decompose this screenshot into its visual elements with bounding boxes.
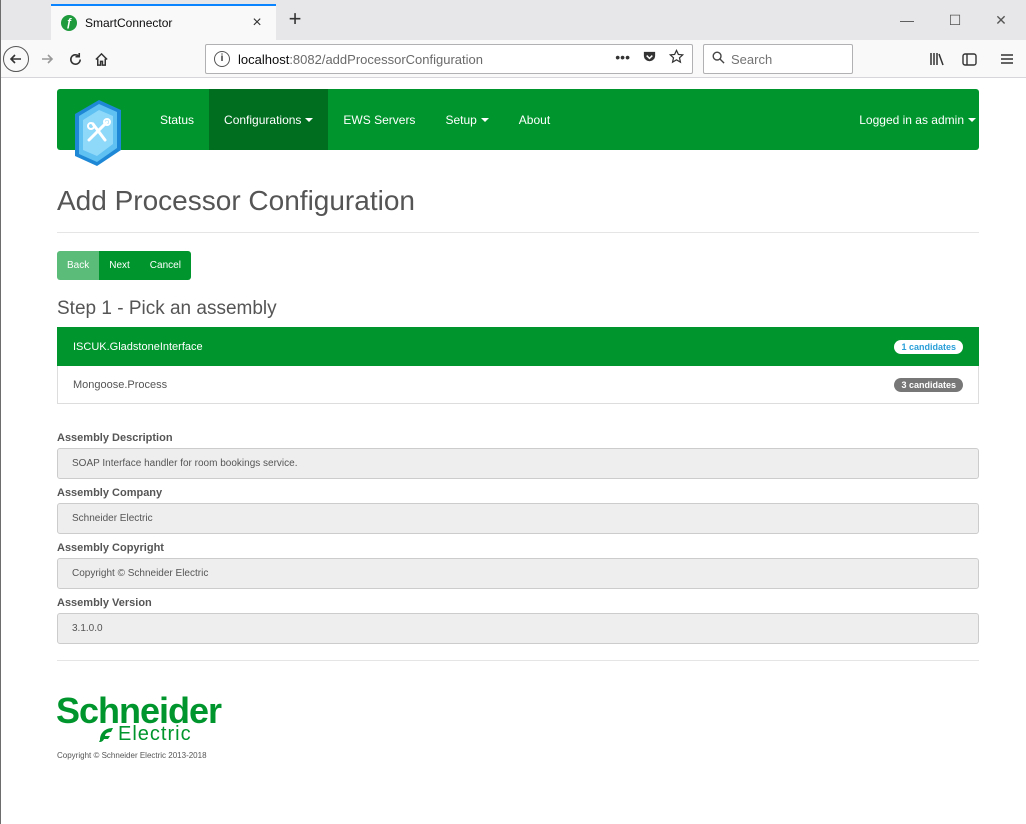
arrow-right-icon bbox=[42, 54, 54, 64]
assembly-copyright-label: Assembly Copyright bbox=[57, 542, 164, 554]
browser-back-button[interactable] bbox=[3, 46, 29, 72]
home-icon bbox=[94, 52, 108, 66]
assembly-company-label: Assembly Company bbox=[57, 487, 163, 499]
assembly-description-field[interactable]: SOAP Interface handler for room bookings… bbox=[57, 448, 979, 479]
schneider-electric-label: Electric bbox=[118, 723, 192, 745]
window-close-button[interactable]: ✕ bbox=[981, 8, 1021, 32]
schneider-electric-mark-icon bbox=[99, 728, 113, 742]
caret-down-icon bbox=[305, 117, 314, 122]
candidates-badge: 1 candidates bbox=[894, 339, 963, 354]
next-button[interactable]: Next bbox=[99, 251, 140, 280]
app-nav-menu: Status Configurations EWS Servers Setup … bbox=[145, 89, 565, 150]
tab-close-button[interactable]: × bbox=[248, 14, 266, 32]
bookmark-star-icon[interactable] bbox=[669, 49, 684, 64]
url-bar[interactable]: i localhost:8082/addProcessorConfigurati… bbox=[205, 44, 693, 74]
search-icon bbox=[712, 51, 725, 67]
footer-divider bbox=[57, 660, 979, 661]
assembly-name: Mongoose.Process bbox=[73, 378, 168, 391]
list-item[interactable]: ISCUK.GladstoneInterface 1 candidates bbox=[57, 327, 979, 366]
browser-search-box[interactable]: Search bbox=[703, 44, 853, 74]
smartconnector-logo-icon[interactable] bbox=[69, 96, 125, 170]
window-minimize-button[interactable]: — bbox=[887, 8, 927, 32]
candidates-badge: 3 candidates bbox=[894, 377, 963, 392]
assembly-version-field[interactable]: 3.1.0.0 bbox=[57, 613, 979, 644]
nav-about[interactable]: About bbox=[504, 89, 565, 150]
assembly-description-label: Assembly Description bbox=[57, 432, 173, 444]
user-menu[interactable]: Logged in as admin bbox=[859, 89, 976, 150]
assembly-company-field[interactable]: Schneider Electric bbox=[57, 503, 979, 534]
url-actions: ••• bbox=[615, 49, 684, 65]
nav-configurations[interactable]: Configurations bbox=[209, 89, 329, 150]
browser-forward-button[interactable] bbox=[35, 46, 59, 72]
search-placeholder: Search bbox=[731, 51, 773, 67]
arrow-left-icon bbox=[9, 54, 21, 64]
window-maximize-button[interactable]: ☐ bbox=[935, 8, 975, 32]
assembly-version-label: Assembly Version bbox=[57, 597, 152, 609]
browser-tab[interactable]: ƒ SmartConnector × bbox=[51, 4, 276, 40]
nav-status[interactable]: Status bbox=[145, 89, 209, 150]
page-actions-button[interactable]: ••• bbox=[615, 49, 630, 65]
tab-bar: ƒ SmartConnector × + — ☐ ✕ bbox=[1, 0, 1026, 40]
site-info-icon[interactable]: i bbox=[214, 51, 230, 67]
pocket-icon[interactable] bbox=[642, 49, 657, 64]
menu-button[interactable] bbox=[995, 46, 1019, 72]
page-title: Add Processor Configuration bbox=[57, 185, 415, 216]
nav-setup[interactable]: Setup bbox=[430, 89, 503, 150]
nav-setup-label: Setup bbox=[445, 112, 477, 127]
nav-about-label: About bbox=[518, 112, 551, 127]
user-menu-label: Logged in as admin bbox=[859, 112, 964, 127]
browser-reload-button[interactable] bbox=[63, 46, 87, 72]
list-item[interactable]: Mongoose.Process 3 candidates bbox=[57, 366, 979, 404]
assembly-copyright-field[interactable]: Copyright © Schneider Electric bbox=[57, 558, 979, 589]
title-divider bbox=[57, 232, 979, 233]
caret-down-icon bbox=[480, 117, 489, 122]
nav-ews-servers-label: EWS Servers bbox=[343, 112, 416, 127]
library-icon bbox=[930, 53, 944, 66]
assembly-list: ISCUK.GladstoneInterface 1 candidates Mo… bbox=[57, 327, 979, 404]
assembly-name: ISCUK.GladstoneInterface bbox=[73, 340, 203, 353]
step-title: Step 1 - Pick an assembly bbox=[57, 298, 277, 319]
sidebar-button[interactable] bbox=[957, 46, 981, 72]
schneider-favicon-icon: ƒ bbox=[61, 15, 77, 31]
back-button[interactable]: Back bbox=[57, 251, 100, 280]
nav-configurations-label: Configurations bbox=[224, 112, 302, 127]
cancel-button[interactable]: Cancel bbox=[139, 251, 191, 280]
tab-title: SmartConnector bbox=[85, 16, 173, 30]
footer-copyright: Copyright © Schneider Electric 2013-2018 bbox=[57, 751, 207, 760]
new-tab-button[interactable]: + bbox=[283, 6, 307, 34]
url-path: :8082/addProcessorConfiguration bbox=[289, 51, 483, 67]
library-button[interactable] bbox=[925, 46, 949, 72]
hamburger-menu-icon bbox=[1001, 54, 1013, 64]
nav-status-label: Status bbox=[160, 112, 195, 127]
nav-ews-servers[interactable]: EWS Servers bbox=[328, 89, 430, 150]
browser-home-button[interactable] bbox=[89, 46, 113, 72]
wizard-button-group: Back Next Cancel bbox=[57, 251, 191, 280]
schneider-logo-subtext: Electric bbox=[96, 723, 192, 745]
reload-icon bbox=[69, 52, 81, 65]
browser-window: ƒ SmartConnector × + — ☐ ✕ i localhost:… bbox=[0, 0, 1026, 824]
sidebar-icon bbox=[961, 52, 977, 66]
caret-down-icon bbox=[968, 117, 976, 122]
url-host: localhost bbox=[238, 51, 290, 67]
